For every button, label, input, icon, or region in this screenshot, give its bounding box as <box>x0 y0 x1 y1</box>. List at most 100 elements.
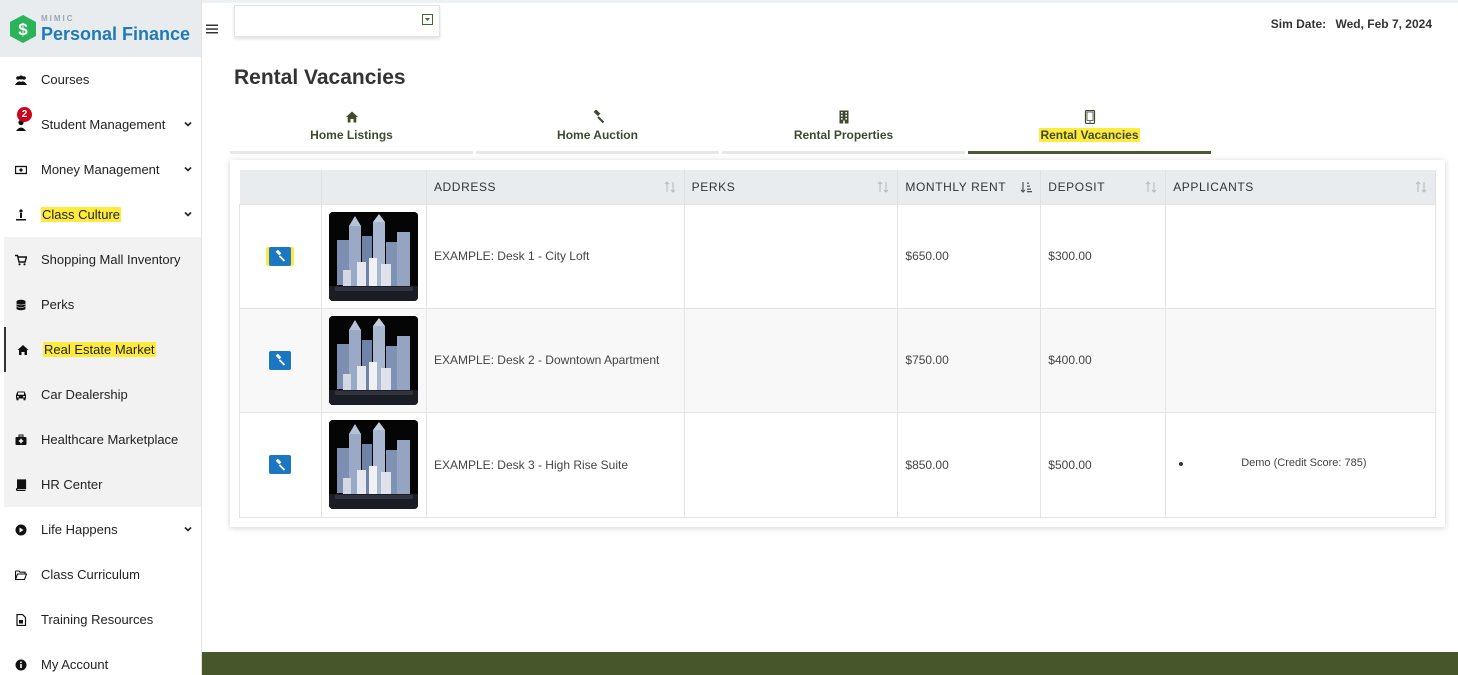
column-header-address[interactable]: ADDRESS <box>426 170 685 204</box>
auction-button[interactable] <box>269 246 291 266</box>
sidebar-item-money-management[interactable]: Money Management <box>0 147 201 192</box>
footer-bar <box>202 652 1458 675</box>
tab-rental-vacancies[interactable]: Rental Vacancies <box>968 106 1211 154</box>
image-cell <box>320 203 427 309</box>
sidebar-item-car-dealership[interactable]: Car Dealership <box>4 372 201 417</box>
column-header-label: MONTHLY RENT <box>905 179 1007 194</box>
column-header-label: PERKS <box>691 179 736 194</box>
column-header-deposit[interactable]: DEPOSIT <box>1040 170 1167 204</box>
city-skyline-image[interactable] <box>328 211 418 301</box>
sort-icon[interactable] <box>664 181 676 193</box>
sort-icon[interactable] <box>877 181 889 193</box>
gavel-icon <box>275 354 286 366</box>
auction-button[interactable] <box>269 350 291 370</box>
action-cell <box>239 203 322 309</box>
address-cell: EXAMPLE: Desk 2 - Downtown Apartment <box>425 307 685 413</box>
page-title: Rental Vacancies <box>234 66 406 89</box>
column-header-label: DEPOSIT <box>1048 179 1106 194</box>
sim-date-label: Sim Date: <box>1270 17 1327 31</box>
deposit-cell: $400.00 <box>1040 307 1167 413</box>
sidebar-item-label: Class Curriculum <box>41 567 140 582</box>
chevron-down-icon[interactable] <box>183 119 193 129</box>
column-header-perks[interactable]: PERKS <box>684 170 899 204</box>
chevron-down-icon[interactable] <box>183 209 193 219</box>
notification-badge: 2 <box>17 107 32 122</box>
file-icon <box>15 613 27 626</box>
sidebar-item-courses[interactable]: Courses <box>0 57 201 102</box>
brand-mimic: MIMIC <box>41 13 75 23</box>
caret-down-square-icon <box>422 14 433 25</box>
address-cell: EXAMPLE: Desk 3 - High Rise Suite <box>425 411 685 518</box>
deposit-cell: $300.00 <box>1040 203 1167 309</box>
gavel-icon <box>275 458 286 471</box>
sidebar-item-label: Life Happens <box>41 522 118 537</box>
topbar: Sim Date: Wed, Feb 7, 2024 <box>202 0 1458 44</box>
sidebar-item-label: Perks <box>41 297 75 312</box>
chevron-down-icon[interactable] <box>183 524 193 534</box>
tab-home-auction[interactable]: Home Auction <box>476 106 719 154</box>
table-row: EXAMPLE: Desk 3 - High Rise Suite $850.0… <box>239 411 1436 518</box>
column-header-label: APPLICANTS <box>1173 179 1254 194</box>
cart-icon <box>15 254 27 266</box>
sidebar: $ MIMIC Personal Finance Courses 2 Stude… <box>0 0 202 675</box>
sidebar-item-label: Training Resources <box>41 612 154 627</box>
city-skyline-image[interactable] <box>328 420 418 509</box>
tab-label: Rental Vacancies <box>1039 128 1140 142</box>
sidebar-item-perks[interactable]: Perks <box>4 282 201 327</box>
deposit-cell: $500.00 <box>1040 411 1167 518</box>
users-icon <box>15 74 27 86</box>
real-estate-tabs: Home Listings Home Auction Rental Proper… <box>230 106 1212 154</box>
perks-cell <box>683 411 899 518</box>
column-header-action <box>239 170 322 204</box>
sidebar-item-hr-center[interactable]: HR Center <box>4 462 201 507</box>
table-header-row: ADDRESS PERKS MONTHLY RENT DEPOSIT APPLI… <box>239 170 1436 204</box>
sidebar-item-healthcare-marketplace[interactable]: Healthcare Marketplace <box>4 417 201 462</box>
sidebar-item-label: Money Management <box>41 162 160 177</box>
auction-button[interactable] <box>269 455 291 474</box>
sort-icon[interactable] <box>1145 181 1157 193</box>
coins-icon <box>15 299 27 311</box>
table-row: EXAMPLE: Desk 1 - City Loft $650.00 $300… <box>239 203 1436 309</box>
sidebar-item-label: HR Center <box>41 477 103 492</box>
app-root: $ MIMIC Personal Finance Courses 2 Stude… <box>0 0 1458 675</box>
sidebar-item-student-management[interactable]: 2 Student Management <box>0 102 201 147</box>
tab-label: Rental Properties <box>793 128 894 142</box>
applicant-list-item[interactable]: Demo (Credit Score: 785) <box>1173 457 1435 469</box>
sidebar-item-my-account[interactable]: My Account <box>0 642 201 675</box>
building-icon <box>839 110 848 124</box>
sim-date: Sim Date: Wed, Feb 7, 2024 <box>1271 17 1432 31</box>
book-icon <box>15 478 27 491</box>
image-cell <box>320 411 427 518</box>
sort-icon[interactable] <box>1415 181 1427 193</box>
sidebar-item-label: Shopping Mall Inventory <box>41 252 181 267</box>
column-header-monthly-rent[interactable]: MONTHLY RENT <box>897 170 1042 204</box>
monthly-rent-cell: $650.00 <box>897 203 1042 309</box>
svg-text:$: $ <box>18 20 28 39</box>
monthly-rent-cell: $750.00 <box>897 307 1042 413</box>
culture-icon <box>15 208 27 221</box>
sidebar-item-class-culture[interactable]: Class Culture <box>0 192 201 237</box>
table-row: EXAMPLE: Desk 2 - Downtown Apartment $75… <box>239 307 1436 413</box>
brand-logo[interactable]: $ MIMIC Personal Finance <box>0 0 201 57</box>
info-icon <box>15 659 27 671</box>
sidebar-item-real-estate-market[interactable]: Real Estate Market <box>4 327 201 372</box>
tab-home-listings[interactable]: Home Listings <box>230 106 473 154</box>
hamburger-menu-icon[interactable] <box>206 23 218 35</box>
city-skyline-image[interactable] <box>328 315 418 405</box>
monthly-rent-cell: $850.00 <box>897 411 1042 518</box>
course-select-dropdown[interactable] <box>234 5 440 37</box>
sort-ascending-icon[interactable] <box>1020 181 1033 193</box>
sidebar-item-label: Real Estate Market <box>43 342 156 357</box>
sidebar-item-training-resources[interactable]: Training Resources <box>0 597 201 642</box>
column-header-image <box>321 170 427 204</box>
sidebar-item-shopping-mall-inventory[interactable]: Shopping Mall Inventory <box>4 237 201 282</box>
tab-rental-properties[interactable]: Rental Properties <box>722 106 965 154</box>
sidebar-item-life-happens[interactable]: Life Happens <box>0 507 201 552</box>
gavel-icon <box>275 250 286 262</box>
column-header-applicants[interactable]: APPLICANTS <box>1165 170 1436 204</box>
rental-vacancies-table: ADDRESS PERKS MONTHLY RENT DEPOSIT APPLI… <box>239 170 1436 518</box>
brand-name: Personal Finance <box>41 23 191 44</box>
chevron-down-icon[interactable] <box>183 164 193 174</box>
sidebar-item-label: Courses <box>41 72 90 87</box>
sidebar-item-class-curriculum[interactable]: Class Curriculum <box>0 552 201 597</box>
